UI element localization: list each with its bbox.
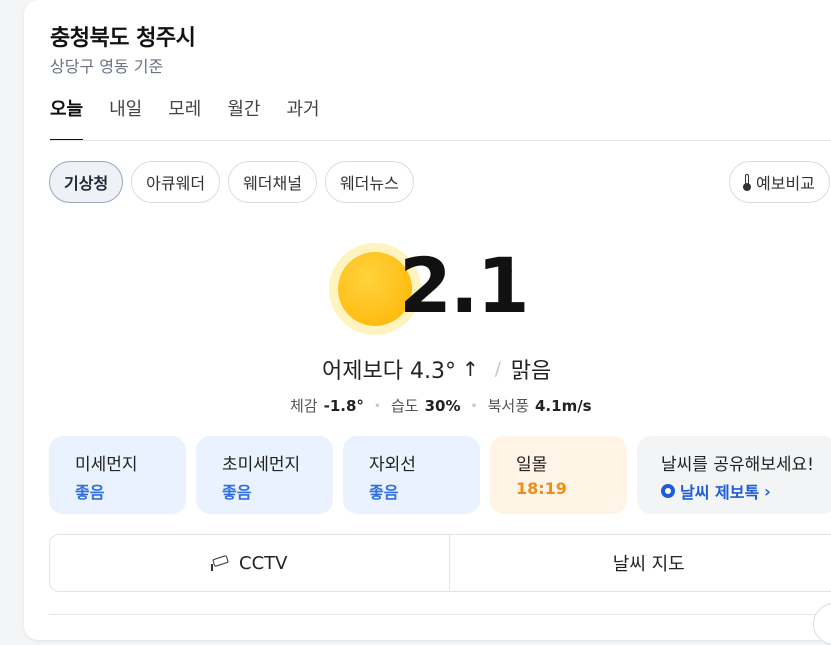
sunset-label: 일몰	[516, 450, 627, 475]
feels-like-value: -1.8°	[324, 397, 364, 415]
source-chip-weathernews[interactable]: 웨더뉴스	[325, 161, 414, 203]
compare-yesterday: 어제보다 4.3°	[322, 353, 456, 385]
weather-condition: 맑음	[511, 353, 551, 385]
day-tabs: 오늘 내일 모레 월간 과거	[50, 95, 320, 141]
ultrafine-dust-card[interactable]: 초미세먼지 좋음	[196, 436, 333, 514]
tab-divider	[50, 140, 831, 141]
detail-separator: •	[471, 399, 478, 413]
tab-day-after[interactable]: 모레	[168, 95, 201, 139]
compare-label: 예보비교	[756, 170, 815, 194]
uv-card[interactable]: 자외선 좋음	[343, 436, 480, 514]
fine-dust-value: 좋음	[75, 479, 186, 503]
info-cards: 미세먼지 좋음 초미세먼지 좋음 자외선 좋음 일몰 18:19 날씨를 공유해…	[49, 436, 831, 514]
temperature-unit: °	[498, 260, 515, 300]
share-card[interactable]: 날씨를 공유해보세요! 날씨 제보톡 ›	[637, 436, 831, 514]
bottom-actions: CCTV 날씨 지도	[49, 534, 831, 592]
humidity-value: 30%	[425, 397, 461, 415]
tab-tomorrow[interactable]: 내일	[109, 95, 142, 139]
fine-dust-card[interactable]: 미세먼지 좋음	[49, 436, 186, 514]
tab-past[interactable]: 과거	[287, 95, 320, 139]
arrow-up-icon: ↑	[462, 357, 479, 381]
sunset-card[interactable]: 일몰 18:19	[490, 436, 627, 514]
detail-separator: •	[374, 399, 381, 413]
wind-value: 4.1m/s	[535, 397, 592, 415]
cctv-button[interactable]: CCTV	[50, 535, 449, 591]
wind-label: 북서풍	[488, 395, 529, 416]
fine-dust-label: 미세먼지	[75, 450, 186, 475]
cctv-label: CCTV	[239, 553, 287, 574]
uv-value: 좋음	[369, 479, 480, 503]
chat-icon	[661, 484, 675, 498]
weather-details: 체감 -1.8° • 습도 30% • 북서풍 4.1m/s	[290, 395, 592, 416]
chevron-right-icon: ›	[764, 482, 771, 501]
source-chip-accuweather[interactable]: 아큐웨더	[131, 161, 220, 203]
ultrafine-dust-label: 초미세먼지	[222, 450, 333, 475]
section-divider	[49, 614, 831, 615]
feels-like-label: 체감	[290, 395, 318, 416]
share-report-link[interactable]: 날씨 제보톡 ›	[661, 479, 831, 503]
share-label: 날씨를 공유해보세요!	[661, 450, 831, 475]
ultrafine-dust-value: 좋음	[222, 479, 333, 503]
tab-today[interactable]: 오늘	[50, 95, 83, 141]
weather-map-button[interactable]: 날씨 지도	[449, 535, 831, 591]
sunset-value: 18:19	[516, 479, 627, 498]
compare-forecast-button[interactable]: 예보비교	[729, 161, 830, 203]
share-link-label: 날씨 제보톡	[680, 479, 759, 503]
location-subtitle: 상당구 영동 기준	[50, 53, 163, 77]
source-chip-weatherchannel[interactable]: 웨더채널	[228, 161, 317, 203]
thermometer-icon	[742, 173, 752, 191]
weather-card: 충청북도 청주시 상당구 영동 기준 오늘 내일 모레 월간 과거 기상청 아큐…	[24, 0, 831, 640]
humidity-label: 습도	[391, 395, 419, 416]
location-title: 충청북도 청주시	[50, 20, 195, 52]
tab-monthly[interactable]: 월간	[227, 95, 260, 139]
source-chip-kma[interactable]: 기상청	[49, 161, 123, 203]
uv-label: 자외선	[369, 450, 480, 475]
summary-divider: /	[495, 359, 501, 380]
weather-map-label: 날씨 지도	[613, 550, 685, 576]
weather-summary: 어제보다 4.3° ↑ / 맑음	[322, 353, 551, 385]
source-chips: 기상청 아큐웨더 웨더채널 웨더뉴스	[49, 161, 414, 203]
cctv-icon	[211, 555, 231, 571]
